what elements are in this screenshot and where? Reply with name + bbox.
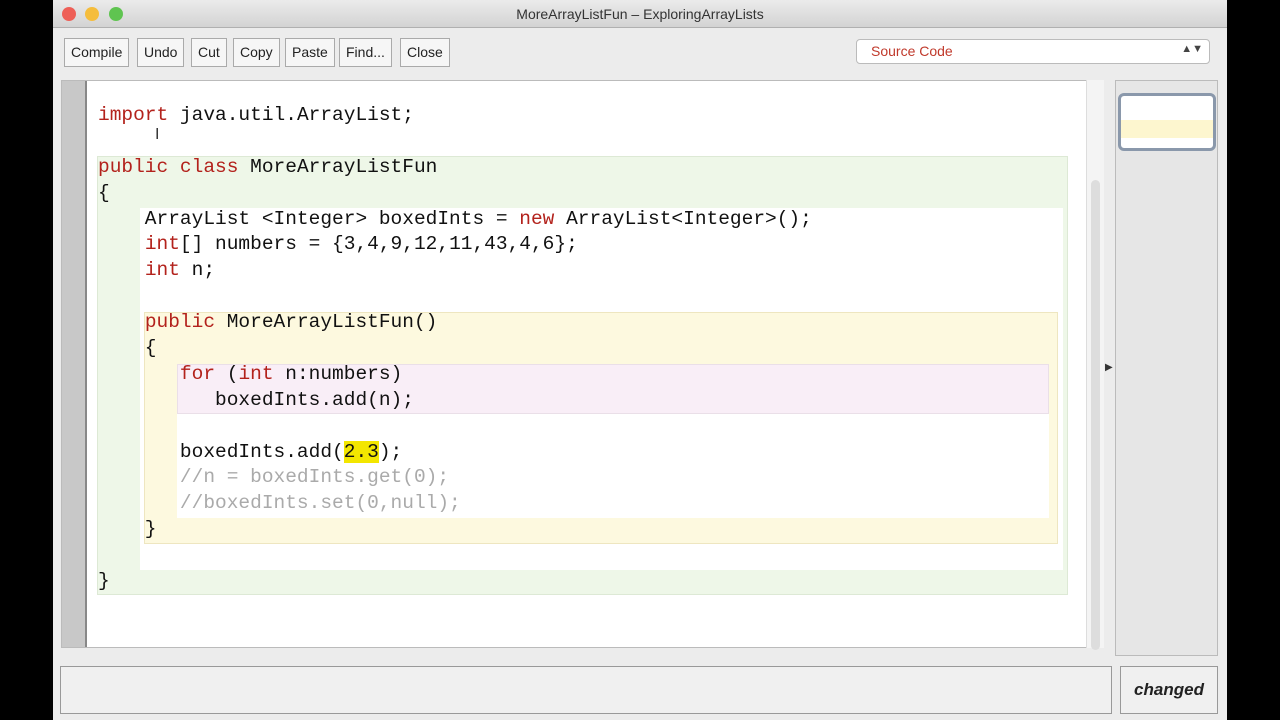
view-select-value: Source Code — [871, 43, 953, 59]
code-line[interactable] — [98, 414, 812, 440]
title-bar: MoreArrayListFun – ExploringArrayLists — [53, 0, 1227, 28]
code-line[interactable]: } — [98, 569, 812, 595]
source-code[interactable]: import java.util.ArrayList; public class … — [98, 103, 812, 595]
scrollbar-thumb[interactable] — [1091, 180, 1100, 650]
undo-button[interactable]: Undo — [137, 38, 185, 67]
keyword-token: for — [179, 362, 216, 385]
code-line[interactable]: } — [98, 517, 812, 543]
code-line[interactable]: boxedInts.add(2.3); — [98, 440, 812, 466]
code-token: ArrayList<Integer>(); — [554, 207, 812, 230]
code-token: ArrayList <Integer> boxedInts = — [98, 207, 520, 230]
changed-indicator: changed — [1120, 666, 1218, 714]
line-gutter[interactable] — [62, 81, 87, 647]
code-line[interactable]: public MoreArrayListFun() — [98, 310, 812, 336]
navigator-panel[interactable] — [1115, 80, 1218, 656]
code-line[interactable]: public class MoreArrayListFun — [98, 155, 812, 181]
navigator-viewport[interactable] — [1118, 93, 1216, 151]
code-line[interactable]: import java.util.ArrayList; — [98, 103, 812, 129]
updown-arrow-icon: ▲▼ — [1181, 43, 1203, 55]
code-token: [] numbers = {3,4,9,12,11,43,4,6}; — [179, 233, 578, 256]
cut-button[interactable]: Cut — [191, 38, 227, 67]
code-token: n; — [179, 259, 216, 282]
code-token: ( — [215, 362, 239, 385]
code-line[interactable]: ArrayList <Integer> boxedInts = new Arra… — [98, 207, 812, 233]
copy-button[interactable]: Copy — [233, 38, 280, 67]
code-token: ); — [378, 440, 403, 463]
code-line[interactable]: for (int n:numbers) — [98, 362, 812, 388]
code-token: } — [98, 518, 157, 541]
compile-button[interactable]: Compile — [64, 38, 130, 67]
code-token: { — [98, 181, 110, 204]
code-token: { — [98, 337, 157, 360]
keyword-token: int — [238, 362, 274, 385]
keyword-token: public — [98, 155, 169, 178]
code-token: n:numbers) — [273, 362, 403, 385]
close-button[interactable]: Close — [400, 38, 450, 67]
view-select[interactable]: Source Code ▲▼ — [856, 39, 1210, 64]
keyword-token: import — [98, 104, 169, 126]
code-line[interactable] — [98, 284, 812, 310]
code-token: MoreArrayListFun() — [215, 311, 438, 334]
window-title: MoreArrayListFun – ExploringArrayLists — [516, 6, 764, 22]
keyword-token: int — [144, 259, 180, 282]
collapse-arrow-icon[interactable]: ▶ — [1105, 362, 1113, 373]
code-line[interactable]: int[] numbers = {3,4,9,12,11,43,4,6}; — [98, 232, 812, 258]
code-line[interactable]: int n; — [98, 258, 812, 284]
code-line[interactable]: { — [98, 336, 812, 362]
keyword-token: public — [144, 311, 216, 334]
text-cursor-icon: I — [155, 126, 160, 143]
code-line[interactable]: boxedInts.add(n); — [98, 388, 812, 414]
editor-window: MoreArrayListFun – ExploringArrayLists C… — [53, 0, 1227, 720]
code-token: boxedInts.add(n); — [98, 388, 414, 411]
code-token: boxedInts.add( — [98, 440, 344, 463]
code-token: java.util.ArrayList; — [168, 104, 414, 126]
status-bar — [60, 666, 1112, 714]
code-token: MoreArrayListFun — [238, 155, 438, 178]
code-line[interactable] — [98, 129, 812, 155]
code-line[interactable] — [98, 543, 812, 569]
comment-token: //n = boxedInts.get(0); — [98, 466, 450, 489]
code-line[interactable]: //n = boxedInts.get(0); — [98, 465, 812, 491]
code-editor[interactable]: import java.util.ArrayList; public class … — [61, 80, 1104, 648]
highlighted-token: 2.3 — [343, 440, 379, 463]
code-line[interactable]: { — [98, 181, 812, 207]
keyword-token: class — [179, 155, 239, 178]
code-token: } — [98, 570, 110, 593]
paste-button[interactable]: Paste — [285, 38, 335, 67]
navigator-method-highlight — [1121, 120, 1213, 138]
keyword-token: int — [144, 233, 180, 256]
vertical-scrollbar[interactable] — [1086, 80, 1104, 650]
find-button[interactable]: Find... — [339, 38, 392, 67]
code-line[interactable]: //boxedInts.set(0,null); — [98, 491, 812, 517]
keyword-token: new — [519, 207, 555, 230]
comment-token: //boxedInts.set(0,null); — [98, 492, 461, 515]
